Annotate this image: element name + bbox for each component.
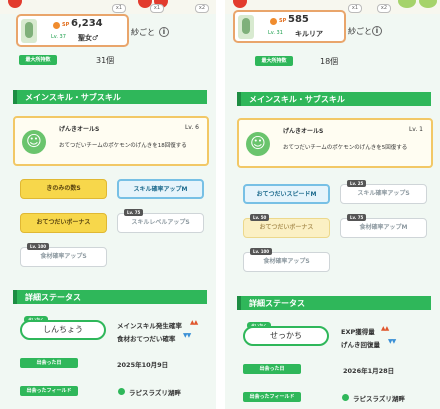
location-pin-icon: [118, 388, 125, 395]
sub-skill-5[interactable]: Lv. 100 食材確率アップS: [243, 248, 330, 272]
nature-badge: しんちょう: [20, 320, 106, 340]
main-skill-box[interactable]: げんきオールS Lv. 6 おてつだいチームのポケモンのげんきを18回復する: [13, 116, 209, 166]
sub-skill-1[interactable]: おてつだいスピードM: [243, 184, 330, 204]
skills-section-header: メインスキル・サブスキル: [237, 92, 431, 106]
pokemon-name: 聖女♂: [78, 34, 99, 42]
pokemon-portrait: [238, 15, 254, 39]
berry-icon: [8, 0, 22, 8]
main-skill-description: おてつだいチームのポケモンのげんきを5回復する: [283, 145, 408, 151]
sub-skill-4[interactable]: Lv. 75 スキルレベルアップS: [117, 209, 204, 233]
pokemon-level: Lv. 31: [268, 30, 283, 36]
quantity-token: x1: [112, 4, 126, 13]
sub-skill-5-label: 食材確率アップS: [40, 253, 87, 260]
met-date-label: 出会った日: [243, 364, 301, 374]
unlock-level-tag: Lv. 100: [27, 243, 50, 250]
sp-value: 6,234: [71, 18, 103, 29]
sp-icon: [270, 18, 277, 25]
quantity-token: x2: [195, 4, 209, 13]
sub-skill-4-label: スキルレベルアップS: [131, 219, 190, 226]
sub-skill-3[interactable]: Lv. 50 おてつだいボーナス: [243, 214, 330, 238]
nickname: 紗ごと: [131, 28, 155, 37]
location-pin-icon: [342, 394, 349, 401]
met-date: 2025年10月9日: [117, 361, 169, 369]
unlock-level-tag: Lv. 50: [250, 214, 270, 221]
main-skill-description: おてつだいチームのポケモンのげんきを18回復する: [59, 143, 187, 149]
status-section-header: 詳細ステータス: [13, 290, 207, 304]
nickname: 紗ごと: [348, 27, 372, 36]
sub-skill-4-label: 食材確率アップM: [359, 224, 408, 231]
main-skill-box[interactable]: げんきオールS Lv. 1 おてつだいチームのポケモンのげんきを5回復する: [237, 118, 433, 168]
max-carry-label: 最大所持数: [255, 56, 293, 66]
met-date: 2026年1月28日: [343, 367, 395, 375]
sub-skill-5[interactable]: Lv. 100 食材確率アップS: [20, 243, 107, 267]
status-section-title: 詳細ステータス: [25, 293, 81, 302]
pokemon-portrait: [21, 19, 37, 43]
left-pokemon-detail: x1 x1 x2 SP 6,234 Lv. 37 聖女♂ 紗ごと i 最大所持数…: [0, 0, 216, 409]
status-section-title: 詳細ステータス: [249, 299, 305, 308]
quantity-token: x1: [348, 4, 362, 13]
unlock-level-tag: Lv. 75: [347, 214, 367, 221]
pokemon-name: キルリア: [295, 30, 323, 38]
sp-icon: [53, 22, 60, 29]
quantity-token: x2: [377, 4, 391, 13]
info-icon[interactable]: i: [372, 26, 382, 36]
sub-skill-2-label: スキル確率アップS: [357, 190, 410, 197]
melon-icon: [419, 0, 437, 8]
unlock-level-tag: Lv. 25: [347, 180, 367, 187]
stat-down-label: 食材おてつだい確率: [117, 335, 176, 343]
sub-skill-5-label: 食材確率アップS: [263, 258, 310, 265]
sub-skill-2[interactable]: Lv. 25 スキル確率アップS: [340, 180, 427, 204]
max-carry-value: 18個: [320, 57, 339, 66]
berry-icon: [233, 0, 247, 8]
right-pokemon-detail: x1 x2 SP 585 Lv. 31 キルリア 紗ごと i 最大所持数 18個…: [225, 0, 440, 409]
nature-badge: せっかち: [243, 326, 329, 346]
stat-up-arrows: ▲▲: [190, 319, 198, 326]
pokemon-card[interactable]: SP 585 Lv. 31 キルリア: [233, 10, 346, 43]
skills-section-title: メインスキル・サブスキル: [25, 93, 121, 102]
sub-skill-1[interactable]: きのみの数S: [20, 179, 107, 199]
stat-up-arrows: ▲▲: [381, 325, 389, 332]
stat-down-label: げんき回復量: [341, 341, 380, 349]
met-field: ラピスラズリ湖畔: [353, 395, 405, 403]
top-item-strip: x1 x1 x2: [0, 0, 216, 14]
info-icon[interactable]: i: [159, 27, 169, 37]
met-field-label: 出会ったフィールド: [20, 386, 78, 396]
main-skill-icon: [22, 130, 46, 154]
sp-value: 585: [288, 14, 309, 25]
sub-skill-4[interactable]: Lv. 75 食材確率アップM: [340, 214, 427, 238]
main-skill-icon: [246, 132, 270, 156]
panel-divider: [216, 0, 225, 409]
sub-skill-3[interactable]: おてつだいボーナス: [20, 213, 107, 233]
stat-down-arrows: ▼▼: [183, 332, 191, 339]
status-section-header: 詳細ステータス: [237, 296, 431, 310]
stat-up-label: EXP獲得量: [341, 328, 375, 336]
met-field: ラピスラズリ湖畔: [129, 389, 181, 397]
max-carry-value: 31個: [96, 56, 115, 65]
pokemon-card[interactable]: SP 6,234 Lv. 37 聖女♂: [16, 14, 129, 47]
sp-label: SP: [62, 22, 70, 28]
met-date-label: 出会った日: [20, 358, 78, 368]
melon-icon: [398, 0, 416, 8]
skills-section-header: メインスキル・サブスキル: [13, 90, 207, 104]
quantity-token: x1: [150, 4, 164, 13]
max-carry-label: 最大所持数: [19, 55, 57, 65]
sp-label: SP: [279, 18, 287, 24]
skills-section-title: メインスキル・サブスキル: [249, 95, 345, 104]
sub-skill-3-label: おてつだいボーナス: [259, 224, 314, 231]
main-skill-name: げんきオールS: [283, 128, 324, 135]
met-field-label: 出会ったフィールド: [243, 392, 301, 402]
pokemon-level: Lv. 37: [51, 34, 66, 40]
unlock-level-tag: Lv. 100: [250, 248, 273, 255]
unlock-level-tag: Lv. 75: [124, 209, 144, 216]
sub-skill-2[interactable]: スキル確率アップM: [117, 179, 204, 199]
main-skill-name: げんきオールS: [59, 126, 100, 133]
main-skill-level: Lv. 6: [184, 124, 199, 131]
stat-down-arrows: ▼▼: [388, 338, 396, 345]
main-skill-level: Lv. 1: [408, 126, 423, 133]
stat-up-label: メインスキル発生確率: [117, 322, 182, 330]
